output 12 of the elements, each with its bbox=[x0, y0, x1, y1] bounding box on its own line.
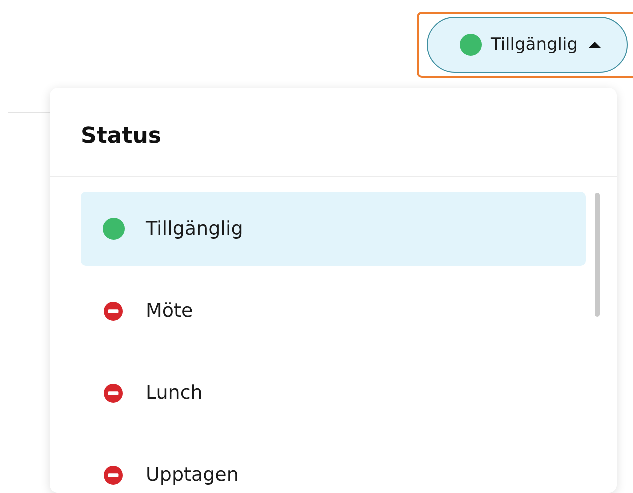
status-dot-icon bbox=[460, 34, 482, 56]
scrollbar[interactable] bbox=[595, 193, 600, 317]
status-option[interactable]: Lunch bbox=[81, 356, 586, 430]
status-button[interactable]: Tillgänglig bbox=[426, 17, 628, 73]
status-option[interactable]: Möte bbox=[81, 274, 586, 348]
no-entry-icon bbox=[104, 302, 123, 320]
no-entry-icon bbox=[104, 384, 123, 402]
status-option[interactable]: Upptagen bbox=[81, 438, 586, 493]
status-dot-icon bbox=[102, 218, 124, 240]
no-entry-icon bbox=[104, 466, 123, 484]
status-option[interactable]: Tillgänglig bbox=[81, 192, 586, 266]
menu-title: Status bbox=[81, 124, 162, 148]
